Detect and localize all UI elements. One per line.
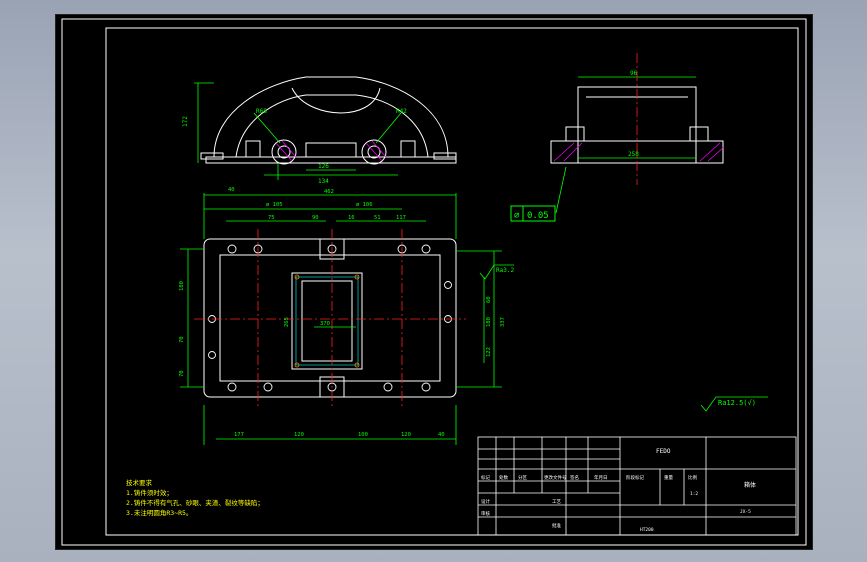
tb-row-review: 审核	[481, 510, 490, 517]
dim-plan-16: 16	[348, 215, 355, 221]
tb-stage-label: 阶段标记	[626, 474, 644, 481]
dim-plan-bore-right: ø 106	[356, 202, 373, 208]
dim-plan-length: 462	[324, 189, 334, 195]
roughness-general-text: Ra12.5(√)	[718, 399, 756, 407]
plan-view-centerlines	[194, 229, 466, 407]
dim-plan-75: 75	[268, 215, 275, 221]
roughness-symbol-main: Ra3.2	[479, 264, 514, 280]
tb-scale-value: 1:2	[690, 491, 698, 497]
dim-plan-bottom-2: 120	[294, 432, 304, 438]
dim-plan-51: 51	[374, 215, 381, 221]
roughness-main-text: Ra3.2	[496, 267, 514, 274]
inner-frame	[105, 27, 799, 536]
cad-viewport[interactable]: 172 126 134 R68 R42 96 258 ⌀ 0.05 462 ø …	[55, 14, 813, 550]
tb-header-5: 年月日	[594, 474, 608, 481]
tb-weight-label: 重量	[664, 474, 673, 481]
notes-line-3: 3.未注明圆角R3~R5。	[126, 508, 192, 517]
tb-drawing-no: JX-5	[740, 509, 751, 515]
drawing-canvas: 172 126 134 R68 R42 96 258 ⌀ 0.05 462 ø …	[61, 18, 807, 546]
tolerance-value: 0.05	[527, 211, 549, 221]
dim-plan-40: 40	[228, 187, 235, 193]
notes-line-1: 1.铸件须时效；	[126, 488, 173, 497]
tb-row-approve: 批准	[552, 522, 561, 529]
tb-row-design: 设计	[481, 498, 490, 505]
tb-row-mark: 标记	[481, 474, 490, 481]
front-view	[200, 76, 457, 165]
dim-plan-bottom-5: 40	[438, 432, 445, 438]
dim-front-height: 172	[182, 116, 189, 127]
dim-plan-right-4: 60	[486, 296, 492, 303]
technical-notes: 技术要求 1.铸件须时效； 2.铸件不得有气孔、砂眼、夹渣、裂纹等缺陷； 3.未…	[126, 478, 264, 517]
dim-plan-left-2: 70	[179, 336, 185, 343]
dim-front-bore-span: 126	[318, 163, 329, 170]
dim-plan-inner-height: 265	[284, 317, 290, 327]
dim-front-radius-right: R42	[396, 108, 407, 115]
dim-plan-bottom-3: 100	[358, 432, 368, 438]
dim-plan-left-3: 70	[179, 370, 185, 377]
dim-plan-bottom-1: 177	[234, 432, 244, 438]
dim-side-base: 258	[628, 151, 639, 158]
tb-header-1: 处数	[499, 474, 508, 481]
dim-plan-117: 117	[396, 215, 406, 221]
tb-header-3: 更改文件号	[544, 474, 567, 481]
tb-header-2: 分区	[518, 474, 527, 481]
roughness-symbol-general: Ra12.5(√)	[700, 396, 768, 412]
dim-front-width: 134	[318, 178, 329, 185]
notes-title: 技术要求	[126, 478, 153, 487]
dim-plan-inner-width: 370	[320, 321, 330, 327]
tolerance-symbol: ⌀	[514, 211, 520, 221]
plan-view	[203, 238, 457, 398]
tb-company: FEDO	[656, 448, 671, 455]
dim-side-width: 96	[630, 70, 638, 77]
dim-plan-right-3: 122	[486, 347, 492, 357]
tb-header-4: 签名	[570, 474, 579, 481]
dim-front-radius-left: R68	[256, 108, 267, 115]
tb-row-process: 工艺	[552, 499, 561, 505]
dim-plan-left-1: 180	[179, 281, 185, 291]
outer-frame	[61, 18, 807, 546]
tb-part-name: 箱体	[744, 481, 756, 489]
dim-plan-right-2: 180	[486, 317, 492, 327]
tb-material: HT200	[640, 527, 654, 533]
tolerance-frame: ⌀ 0.05	[510, 205, 556, 222]
dim-plan-right-1: 337	[500, 317, 506, 327]
notes-line-2: 2.铸件不得有气孔、砂眼、夹渣、裂纹等缺陷；	[126, 498, 264, 507]
dim-plan-bore-left: ø 105	[266, 202, 283, 208]
tb-scale-label: 比例	[688, 474, 697, 481]
dim-plan-90: 90	[312, 215, 319, 221]
dim-plan-bottom-4: 120	[401, 432, 411, 438]
